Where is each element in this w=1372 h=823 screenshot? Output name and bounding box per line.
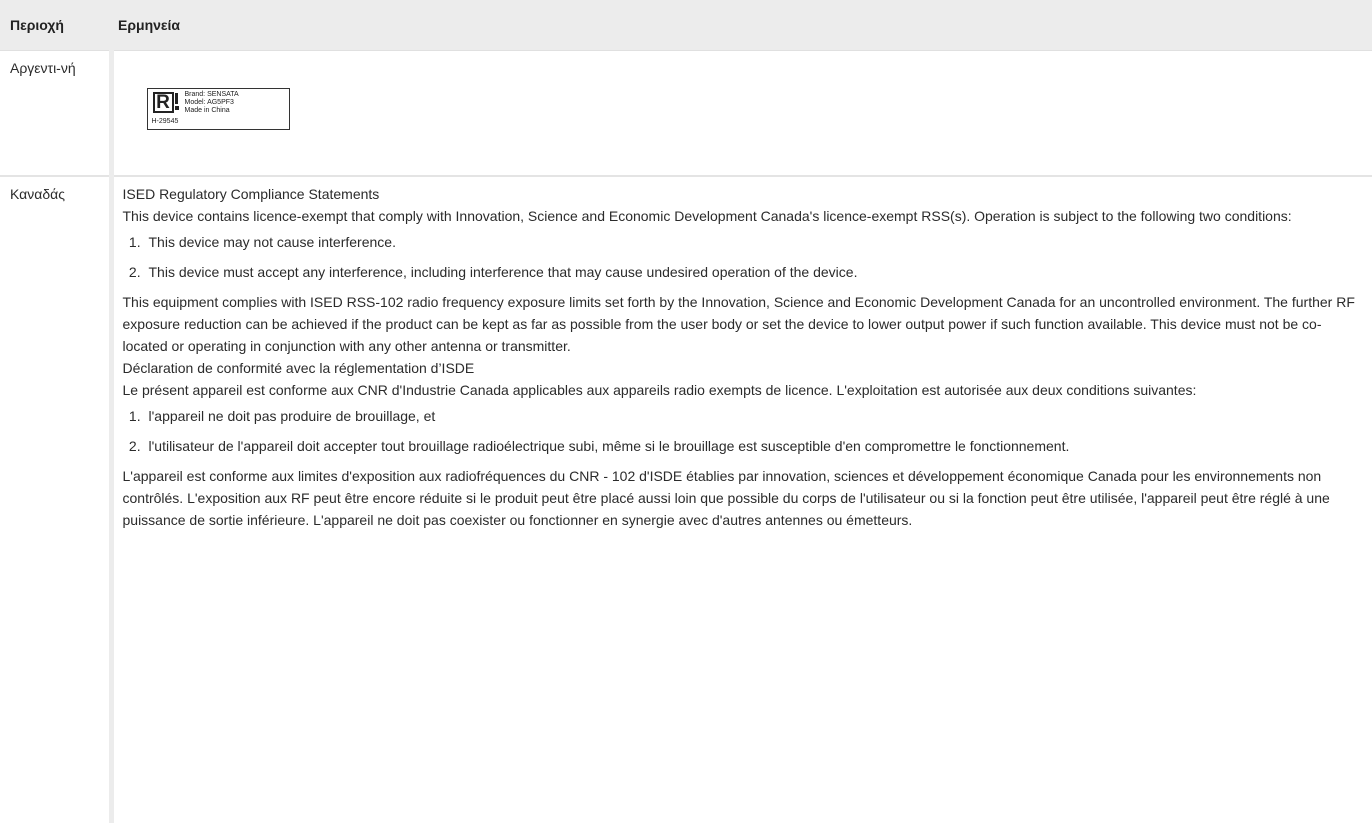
label-brand: Brand: SENSATA (184, 91, 239, 98)
regulatory-label-image: R Brand: SENSATA Model: AG5PF3 Made in C… (146, 88, 290, 130)
r-logo-dot (174, 106, 179, 110)
en-exposure: This equipment complies with ISED RSS-10… (122, 293, 1355, 354)
region-argentina: Αργεντι-νή (0, 50, 114, 177)
header-region: Περιοχή (0, 0, 111, 51)
canada-interpretation: ISED Regulatory Compliance Statements Th… (111, 176, 1372, 823)
en-intro: This device contains licence-exempt that… (122, 207, 1292, 224)
en-title: ISED Regulatory Compliance Statements (122, 185, 380, 202)
list-item: This device must accept any interference… (145, 261, 1363, 283)
label-made: Made in China (184, 107, 230, 114)
header-interpretation: Ερμηνεία (111, 0, 1372, 51)
r-logo-icon: R (152, 92, 174, 113)
argentina-interpretation: R Brand: SENSATA Model: AG5PF3 Made in C… (111, 50, 1372, 177)
regulatory-table: Περιοχή Ερμηνεία Αργεντι-νή R Brand: SEN… (0, 0, 1372, 823)
list-item: This device may not cause interference. (145, 231, 1363, 253)
table-header-row: Περιοχή Ερμηνεία (0, 0, 1372, 51)
fr-title: Déclaration de conformité avec la réglem… (122, 359, 475, 376)
label-code: H-29545 (151, 118, 179, 125)
region-canada: Καναδάς (0, 175, 114, 823)
label-model: Model: AG5PF3 (184, 99, 234, 106)
fr-conditions-list: l'appareil ne doit pas produire de broui… (123, 405, 1363, 457)
fr-intro: Le présent appareil est conforme aux CNR… (122, 381, 1197, 398)
r-logo-bar (174, 93, 178, 104)
table-row: Αργεντι-νή R Brand: SENSATA Model: AG5PF… (0, 50, 1372, 177)
list-item: l'utilisateur de l'appareil doit accepte… (145, 435, 1363, 457)
en-conditions-list: This device may not cause interference. … (123, 231, 1363, 283)
label-text: Brand: SENSATA Model: AG5PF3 Made in Chi… (185, 91, 239, 115)
list-item: l'appareil ne doit pas produire de broui… (145, 405, 1363, 427)
table-row: Καναδάς ISED Regulatory Compliance State… (0, 175, 1372, 823)
fr-exposure: L'appareil est conforme aux limites d'ex… (122, 467, 1330, 528)
